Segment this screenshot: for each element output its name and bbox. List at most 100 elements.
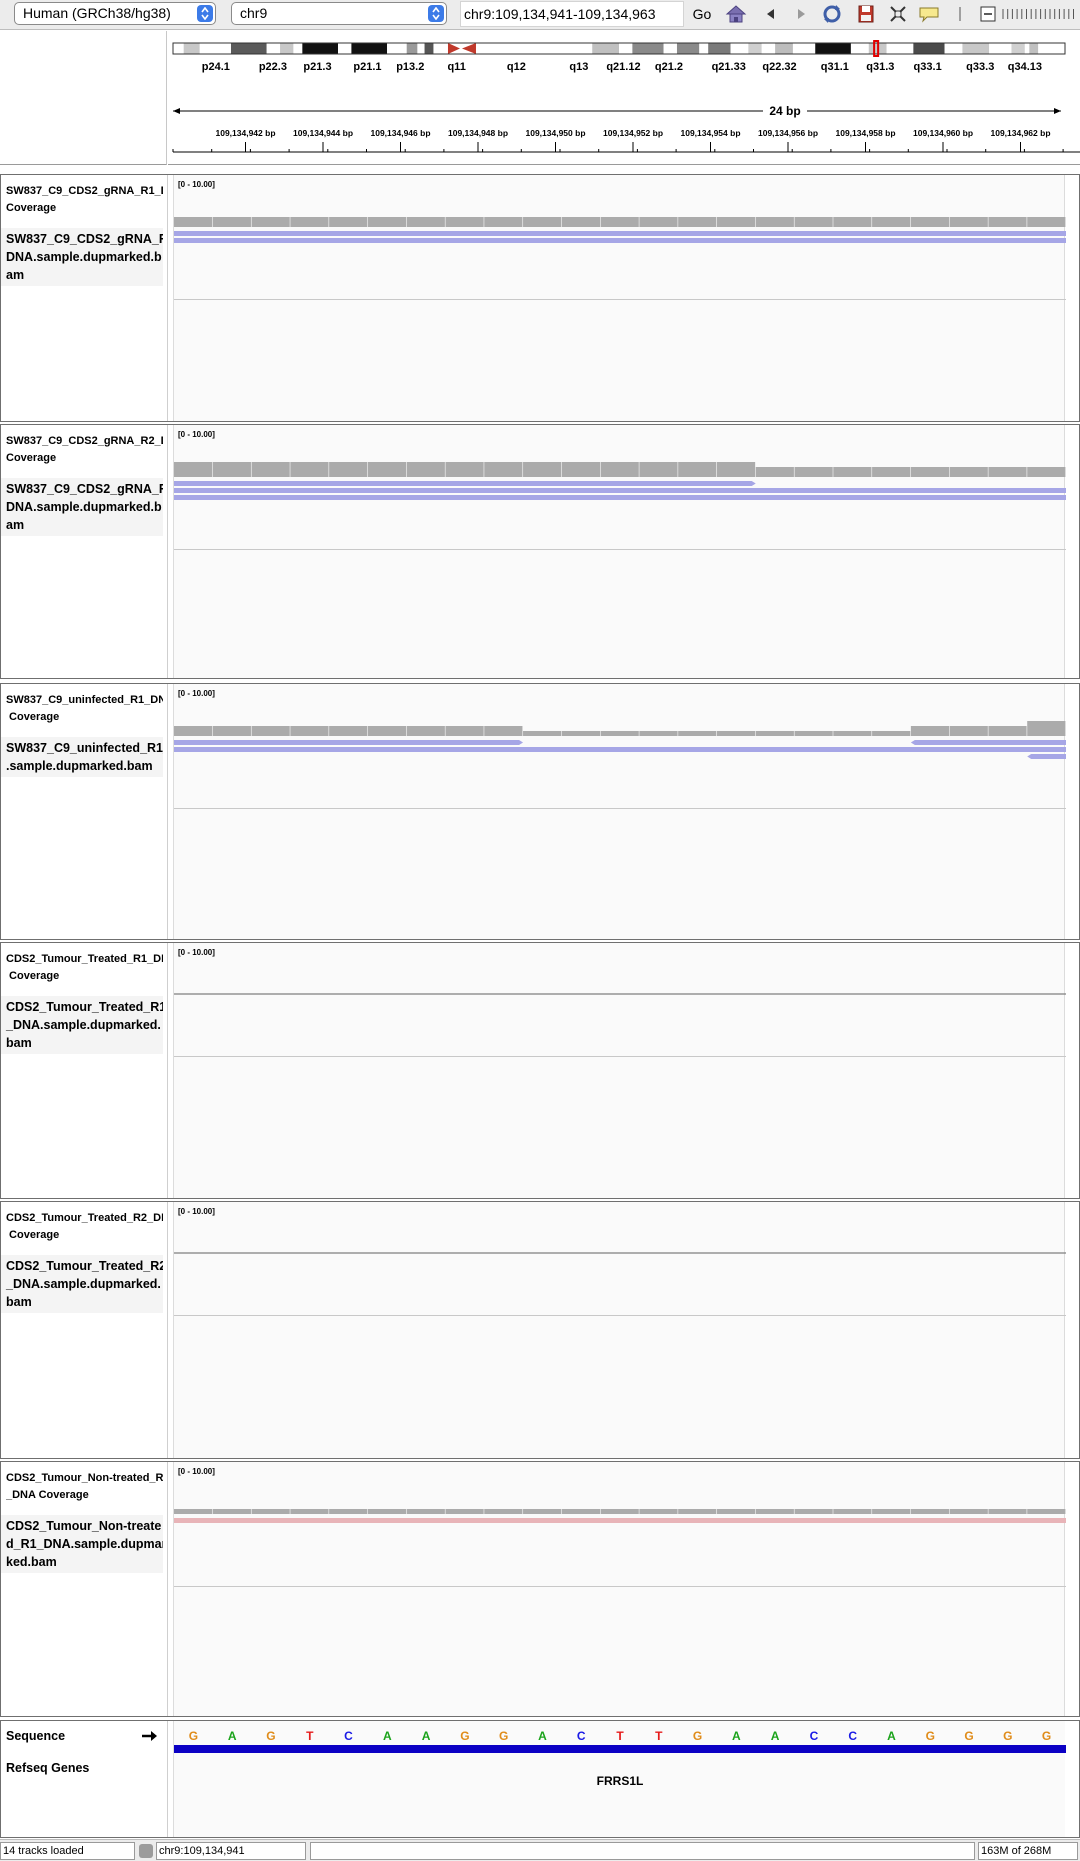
coverage-bar[interactable] [678,731,717,736]
coverage-bar[interactable] [1027,217,1066,227]
genome-dropdown[interactable]: Human (GRCh38/hg38) [14,2,216,25]
coverage-bar[interactable] [251,217,290,227]
coverage-bar[interactable] [910,726,950,736]
coverage-bar[interactable] [523,462,562,477]
coverage-bar[interactable] [445,462,484,477]
select-region-icon[interactable] [887,3,909,25]
coverage-bar[interactable] [755,467,794,477]
coverage-bar[interactable] [561,462,601,477]
coverage-bar[interactable] [910,467,950,477]
read-alignment[interactable] [174,747,1066,752]
coverage-bar[interactable] [445,217,484,227]
coverage-bar[interactable] [212,217,251,227]
coverage-and-reads[interactable] [174,943,1066,1053]
refseq-genes-label[interactable]: Refseq Genes [6,1761,89,1775]
coverage-bar[interactable] [833,467,872,477]
read-alignment[interactable] [174,495,1066,500]
coverage-bar[interactable] [872,731,911,736]
read-alignment[interactable] [174,238,1066,243]
alignment-track-name[interactable]: SW837_C9_uninfected_R1_ .sample.dupmarke… [1,737,163,777]
read-alignment[interactable] [174,1518,1066,1523]
coverage-bar[interactable] [716,462,756,477]
alignment-track-name[interactable]: SW837_C9_CDS2_gRNA_R DNA.sample.dupmarke… [1,478,163,536]
coverage-bar[interactable] [174,1509,213,1514]
coverage-bar[interactable] [212,462,251,477]
coverage-bar[interactable] [484,462,523,477]
coverage-bar[interactable] [949,1509,988,1514]
coverage-bar[interactable] [794,467,833,477]
coverage-bar[interactable] [406,462,445,477]
coverage-bar[interactable] [251,462,290,477]
track-data-panel[interactable]: [0 - 10.00] [173,425,1066,678]
coverage-bar[interactable] [367,1509,407,1514]
coverage-bar[interactable] [716,217,756,227]
zoom-slider-icon[interactable] [1001,3,1080,25]
coverage-bar[interactable] [561,1509,601,1514]
locus-search-input[interactable]: chr9:109,134,941-109,134,963 [460,1,684,27]
coverage-bar[interactable] [174,726,213,736]
coverage-bar[interactable] [445,1509,484,1514]
read-alignment[interactable] [174,231,1066,236]
coverage-track-name[interactable]: SW837_C9_uninfected_R1_DN Coverage [6,692,163,726]
coverage-bar[interactable] [678,462,717,477]
coverage-bar[interactable] [988,1509,1027,1514]
save-session-icon[interactable] [855,3,877,25]
coverage-bar[interactable] [716,731,756,736]
coverage-bar[interactable] [600,731,639,736]
coverage-bar[interactable] [1027,1509,1066,1514]
coverage-bar[interactable] [251,726,290,736]
read-alignment[interactable] [174,740,524,745]
sequence-track-label[interactable]: Sequence [6,1729,65,1743]
coverage-bar[interactable] [367,726,407,736]
forward-icon[interactable] [790,3,812,25]
coverage-bar[interactable] [251,1509,290,1514]
coverage-bar[interactable] [406,1509,445,1514]
coverage-bar[interactable] [484,1509,523,1514]
coverage-bar[interactable] [988,217,1027,227]
go-button[interactable]: Go [687,2,717,26]
coverage-bar[interactable] [329,462,368,477]
coverage-bar[interactable] [872,467,911,477]
coverage-bar[interactable] [561,217,601,227]
coverage-bar[interactable] [212,726,251,736]
coverage-bar[interactable] [755,217,794,227]
coverage-bar[interactable] [290,1509,329,1514]
coverage-track-name[interactable]: SW837_C9_CDS2_gRNA_R1_D Coverage [6,183,163,217]
coverage-bar[interactable] [1027,467,1066,477]
coverage-track-name[interactable]: CDS2_Tumour_Treated_R2_DN Coverage [6,1210,163,1244]
coverage-bar[interactable] [639,731,678,736]
coverage-and-reads[interactable] [174,425,1066,535]
coverage-bar[interactable] [445,726,484,736]
coverage-bar[interactable] [833,217,872,227]
alignment-track-name[interactable]: CDS2_Tumour_Non-treate d_R1_DNA.sample.d… [1,1515,163,1573]
feature-data-panel[interactable]: G A G T C A A G G A C T T G A A C C A G G G G FRRS1L [173,1721,1066,1837]
coverage-bar[interactable] [755,731,794,736]
track-data-panel[interactable]: [0 - 10.00] [173,943,1066,1198]
strand-arrow-icon[interactable] [141,1729,159,1748]
coverage-and-reads[interactable] [174,1462,1066,1572]
zoom-out-icon[interactable] [978,3,1000,25]
coverage-bar[interactable] [212,1509,251,1514]
track-data-panel[interactable]: [0 - 10.00] [173,1202,1066,1458]
coverage-bar[interactable] [523,731,562,736]
coverage-bar[interactable] [484,217,523,227]
coverage-bar[interactable] [1027,721,1066,736]
coverage-track-name[interactable]: CDS2_Tumour_Non-treated_R _DNA Coverage [6,1470,163,1504]
coverage-bar[interactable] [910,1509,950,1514]
back-icon[interactable] [760,3,782,25]
coverage-bar[interactable] [367,217,407,227]
home-icon[interactable] [725,3,747,25]
coverage-bar[interactable] [406,726,445,736]
coverage-bar[interactable] [988,726,1027,736]
popup-text-icon[interactable] [918,3,940,25]
coverage-bar[interactable] [329,217,368,227]
coverage-track-name[interactable]: CDS2_Tumour_Treated_R1_DN Coverage [6,951,163,985]
coverage-bar[interactable] [833,731,872,736]
alignment-track-name[interactable]: SW837_C9_CDS2_gRNA_R DNA.sample.dupmarke… [1,228,163,286]
coverage-bar[interactable] [174,462,213,477]
coverage-bar[interactable] [910,217,950,227]
coverage-bar[interactable] [639,462,678,477]
coverage-track-name[interactable]: SW837_C9_CDS2_gRNA_R2_D Coverage [6,433,163,467]
track-data-panel[interactable]: [0 - 10.00] [173,684,1066,939]
chromosome-dropdown[interactable]: chr9 [231,2,447,25]
